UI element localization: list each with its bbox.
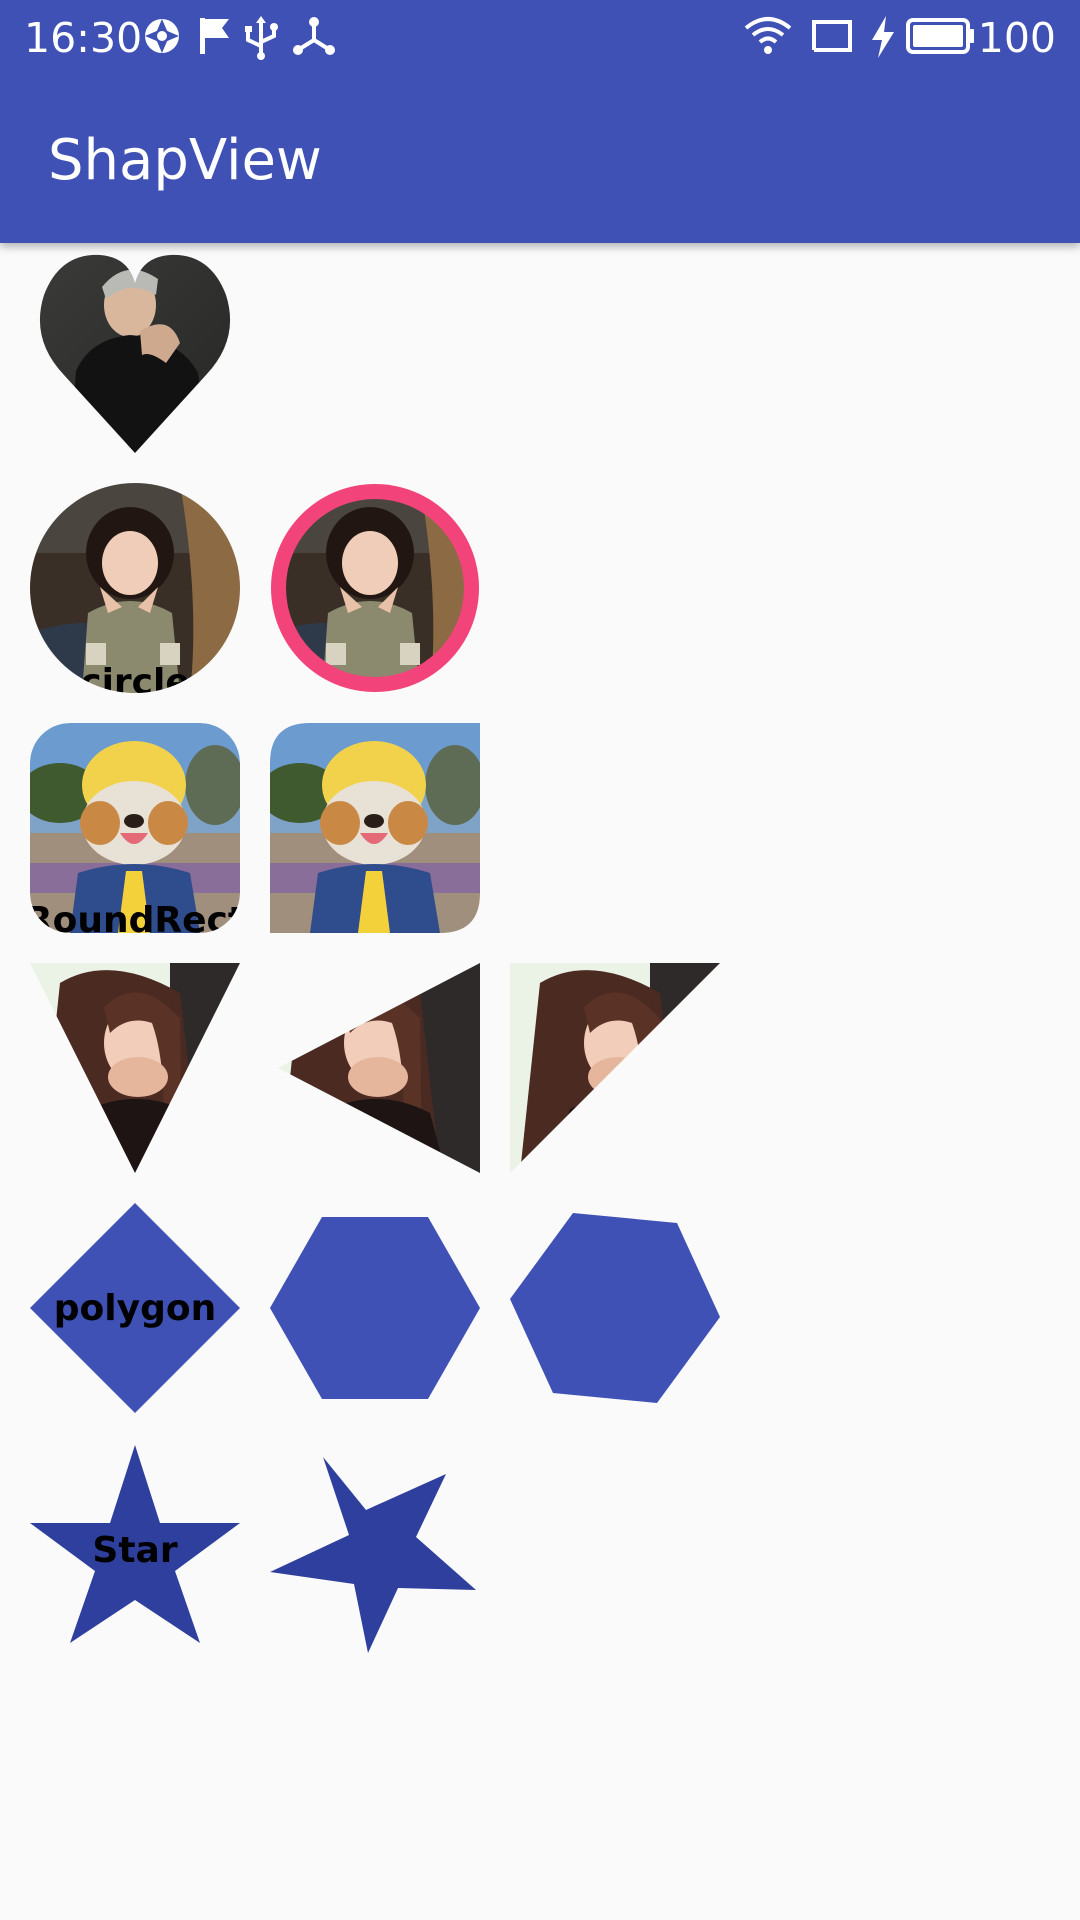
aperture-icon (145, 19, 179, 53)
triangle-left-shape (278, 963, 480, 1173)
app-bar: 16:30 100 ShapView (0, 0, 1080, 243)
hexagon-rotated-shape (510, 1213, 720, 1403)
star-shape-view: Star (30, 1443, 240, 1653)
star-rotated-shape-view (270, 1443, 480, 1653)
heart-shape-view (30, 243, 240, 453)
circle-bordered-shape-view (270, 483, 480, 693)
diamond-shape-view: polygon (30, 1203, 240, 1413)
circle-bordered-shape (271, 484, 479, 692)
triangle-down-shape (30, 963, 240, 1173)
charging-bolt-icon (872, 16, 894, 58)
round-rect-partial-shape (270, 723, 480, 933)
app-title: ShapView (48, 128, 322, 193)
star-label: Star (92, 1530, 178, 1571)
battery-percent: 100 (977, 14, 1056, 62)
screen: 16:30 100 ShapView circle RoundRect poly… (0, 0, 1080, 1920)
flag-icon (200, 18, 229, 54)
share-hub-icon (293, 17, 335, 55)
hexagon-shape-view (270, 1203, 480, 1413)
star-rotated-shape (270, 1457, 476, 1653)
triangle-down-shape-view (30, 963, 240, 1173)
triangle-diagonal-shape-view (510, 963, 720, 1173)
status-time: 16:30 (24, 14, 143, 62)
status-bar: 16:30 100 (0, 0, 1080, 76)
cast-icon (812, 20, 852, 52)
hexagon-shape (270, 1217, 480, 1399)
battery-icon (906, 18, 974, 54)
usb-icon (245, 16, 278, 60)
round-rect-partial-shape-view (270, 723, 480, 933)
heart-shape (39, 254, 231, 453)
triangle-left-shape-view (270, 963, 480, 1173)
hexagon-rotated-shape-view (510, 1203, 720, 1413)
circle-shape-view: circle (30, 483, 240, 693)
polygon-label: polygon (53, 1288, 217, 1329)
round-rect-label: RoundRect (30, 900, 240, 933)
wifi-icon (744, 17, 792, 54)
triangle-diagonal-shape (510, 963, 720, 1173)
round-rect-shape-view: RoundRect (30, 723, 240, 933)
